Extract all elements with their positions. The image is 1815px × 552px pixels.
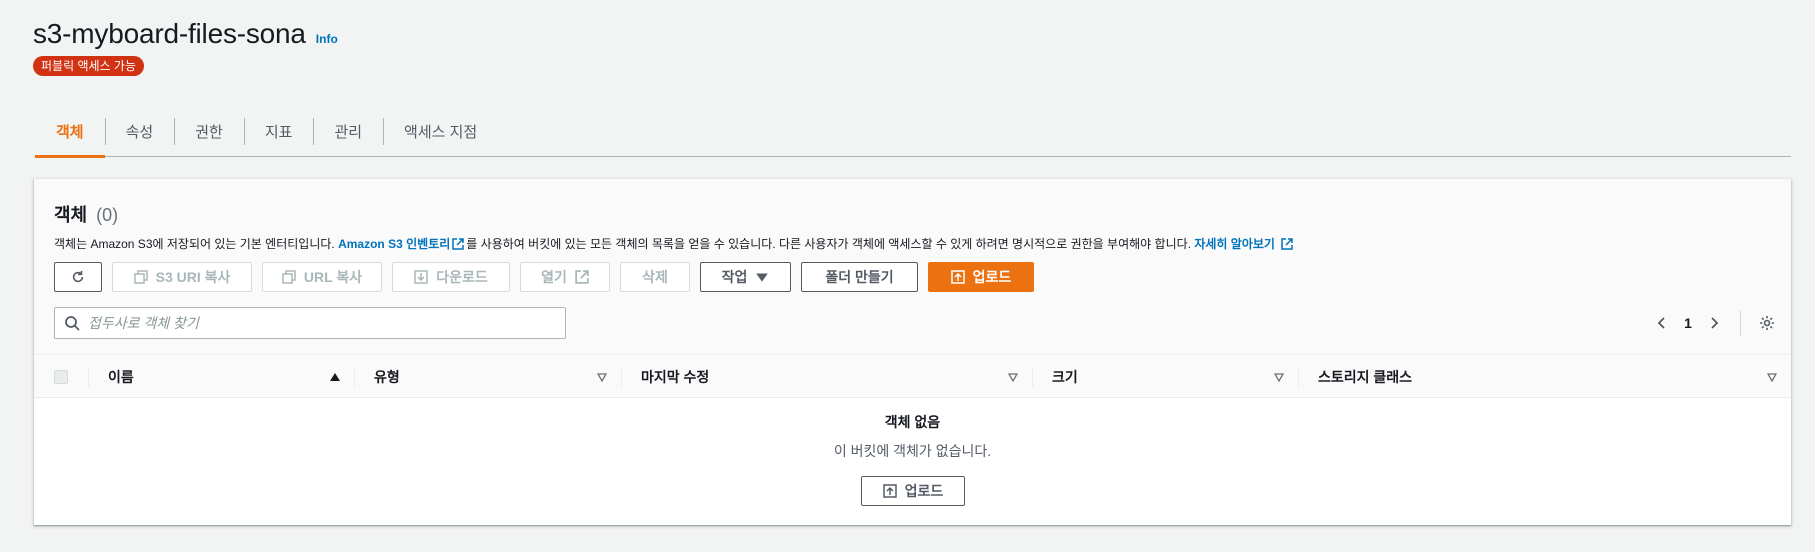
objects-toolbar: S3 URI 복사 URL 복사 다운로드 열기 삭제 작업 폴더 만들기 업로… [54,262,1034,292]
create-folder-label: 폴더 만들기 [825,269,894,285]
page-title: s3-myboard-files-sona [33,18,306,49]
external-link-icon[interactable] [1281,238,1293,250]
copy-url-label: URL 복사 [303,269,363,285]
sort-icon [1767,373,1777,382]
tab-permissions[interactable]: 권한 [174,106,244,156]
delete-label: 삭제 [642,269,668,285]
chevron-right-icon [1711,317,1719,329]
preferences-button[interactable] [1753,309,1781,337]
caret-down-icon [756,273,769,282]
search-box [54,307,566,339]
empty-upload-button[interactable]: 업로드 [861,476,965,506]
info-link[interactable]: Info [316,32,338,46]
prev-page-button[interactable] [1648,309,1676,337]
copy-s3-uri-label: S3 URI 복사 [155,269,231,285]
bucket-header: s3-myboard-files-sona Info 퍼블릭 액세스 가능 [33,18,338,76]
copy-icon [133,270,148,284]
download-button[interactable]: 다운로드 [392,262,510,292]
tab-access-points[interactable]: 액세스 지점 [383,106,498,156]
tab-management[interactable]: 관리 [313,106,383,156]
sort-icon [1274,373,1284,382]
column-last-modified[interactable]: 마지막 수정 [621,356,1032,398]
upload-button[interactable]: 업로드 [928,262,1034,292]
open-label: 열기 [541,269,567,285]
tab-objects[interactable]: 객체 [35,106,105,158]
next-page-button[interactable] [1700,309,1728,337]
column-size[interactable]: 크기 [1032,356,1298,398]
search-icon [65,316,80,331]
desc-middle: 를 사용하여 버킷에 있는 모든 객체의 목록을 얻을 수 있습니다. 다른 사… [466,237,1195,251]
refresh-button[interactable] [54,262,102,292]
sort-icon [597,373,607,382]
copy-icon [282,270,296,284]
external-link-icon[interactable] [452,238,465,250]
objects-description: 객체는 Amazon S3에 저장되어 있는 기본 엔터티입니다. Amazon… [54,235,1295,252]
copy-s3-uri-button[interactable]: S3 URI 복사 [112,262,252,292]
pagination: 1 [1648,307,1781,339]
objects-title: 객체 (0) [54,201,118,227]
objects-count: (0) [96,205,119,225]
select-all-checkbox[interactable] [54,369,68,384]
empty-state-title: 객체 없음 [884,414,941,430]
learn-more-link[interactable]: 자세히 알아보기 [1194,237,1275,251]
create-folder-button[interactable]: 폴더 만들기 [801,262,918,292]
objects-panel-header: 객체 (0) 객체는 Amazon S3에 저장되어 있는 기본 엔터티입니다.… [34,179,1791,355]
actions-dropdown[interactable]: 작업 [700,262,791,292]
bucket-tabs: 객체 속성 권한 지표 관리 액세스 지점 [35,106,1791,158]
empty-state-description: 이 버킷에 객체가 없습니다. [833,443,992,459]
pagination-divider [1740,310,1741,336]
column-name[interactable]: 이름 [88,356,354,398]
download-icon [414,270,428,284]
upload-icon [882,484,897,498]
search-input[interactable] [88,315,558,331]
copy-url-button[interactable]: URL 복사 [262,262,382,292]
upload-label: 업로드 [972,269,1012,285]
column-type[interactable]: 유형 [354,356,621,398]
public-access-badge: 퍼블릭 액세스 가능 [33,56,144,76]
objects-panel: 객체 (0) 객체는 Amazon S3에 저장되어 있는 기본 엔터티입니다.… [34,179,1791,525]
download-label: 다운로드 [436,269,488,285]
actions-label: 작업 [721,269,748,285]
chevron-left-icon [1657,317,1665,329]
tab-properties[interactable]: 속성 [104,106,175,156]
objects-title-label: 객체 [54,205,88,225]
gear-icon [1760,316,1774,330]
tab-metrics[interactable]: 지표 [243,106,314,156]
empty-upload-label: 업로드 [904,483,944,499]
current-page[interactable]: 1 [1676,315,1700,331]
refresh-icon [72,270,84,283]
desc-prefix: 객체는 Amazon S3에 저장되어 있는 기본 엔터티입니다. [54,237,339,251]
delete-button[interactable]: 삭제 [620,262,690,292]
external-link-icon [575,270,589,284]
sort-ascending-icon [330,373,340,381]
column-storage-class[interactable]: 스토리지 클래스 [1298,356,1791,398]
upload-icon [950,270,965,284]
objects-table-header: 이름 유형 마지막 수정 크기 스토리지 클래스 [34,356,1791,398]
open-button[interactable]: 열기 [520,262,610,292]
inventory-link[interactable]: Amazon S3 인벤토리 [338,237,450,251]
sort-icon [1008,373,1018,382]
